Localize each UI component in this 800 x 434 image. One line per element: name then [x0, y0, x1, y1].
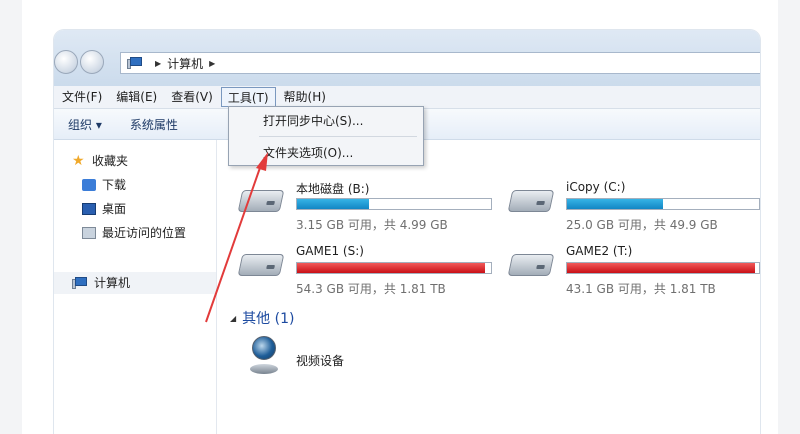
navigation-pane: ★ 收藏夹 下载 桌面 最近访问的位置 计算机 — [54, 140, 217, 434]
drive-usage-bar — [296, 198, 492, 210]
computer-icon — [72, 277, 88, 289]
forward-button[interactable] — [80, 50, 104, 74]
hard-drive-icon — [237, 254, 285, 276]
menu-help[interactable]: 帮助(H) — [278, 87, 332, 107]
menu-separator — [259, 136, 417, 137]
sidebar-item-computer[interactable]: 计算机 — [72, 274, 130, 292]
drive-free-space: 54.3 GB 可用，共 1.81 TB — [296, 282, 446, 296]
menu-view[interactable]: 查看(V) — [165, 87, 219, 107]
sidebar-label: 桌面 — [102, 202, 127, 216]
back-button[interactable] — [54, 50, 78, 74]
webcam-icon[interactable] — [248, 336, 280, 376]
drive-free-space: 3.15 GB 可用，共 4.99 GB — [296, 218, 448, 232]
sidebar-label: 计算机 — [94, 276, 131, 290]
drive-name: GAME1 (S:) — [296, 244, 364, 258]
drive-name: GAME2 (T:) — [566, 244, 633, 258]
group-header-other[interactable]: ◢ 其他 (1) — [230, 308, 294, 328]
recent-places-icon — [82, 227, 96, 239]
drive-usage-bar — [296, 262, 492, 274]
organize-button[interactable]: 组织 ▾ — [68, 116, 102, 133]
breadcrumb-chevron-icon[interactable]: ▶ — [209, 59, 215, 68]
sidebar-item-favorites[interactable]: ★ 收藏夹 — [72, 152, 128, 170]
collapse-triangle-icon[interactable]: ◢ — [230, 314, 236, 323]
drive-free-space: 25.0 GB 可用，共 49.9 GB — [566, 218, 718, 232]
sidebar-item-downloads[interactable]: 下载 — [82, 176, 126, 194]
drive-usage-bar — [566, 198, 760, 210]
breadcrumb-computer[interactable]: 计算机 — [167, 55, 203, 72]
menu-edit[interactable]: 编辑(E) — [110, 87, 163, 107]
menu-file[interactable]: 文件(F) — [56, 87, 108, 107]
drive-usage-bar — [566, 262, 760, 274]
desktop-icon — [82, 203, 96, 215]
drive-name: iCopy (C:) — [566, 180, 626, 194]
explorer-window: ▶ 计算机 ▶ 文件(F) 编辑(E) 查看(V) 工具(T) 帮助(H) 组织… — [54, 30, 760, 434]
computer-icon — [127, 57, 143, 69]
system-properties-button[interactable]: 系统属性 — [130, 116, 178, 133]
download-folder-icon — [82, 179, 96, 191]
hard-drive-icon — [507, 190, 555, 212]
video-device-label[interactable]: 视频设备 — [296, 352, 344, 369]
breadcrumb-chevron-icon[interactable]: ▶ — [155, 59, 161, 68]
tools-dropdown-menu: 打开同步中心(S)... 文件夹选项(O)... — [228, 106, 424, 166]
address-bar[interactable]: ▶ 计算机 ▶ — [120, 52, 760, 74]
drive-free-space: 43.1 GB 可用，共 1.81 TB — [566, 282, 716, 296]
sidebar-label: 收藏夹 — [92, 154, 129, 168]
menu-item-folder-options[interactable]: 文件夹选项(O)... — [263, 143, 353, 163]
sidebar-label: 最近访问的位置 — [102, 226, 187, 240]
menu-tools[interactable]: 工具(T) — [220, 87, 276, 107]
title-bar: ▶ 计算机 ▶ — [54, 30, 760, 86]
drive-name: 本地磁盘 (B:) — [296, 182, 370, 196]
hard-drive-icon — [507, 254, 555, 276]
hard-drive-icon — [237, 190, 285, 212]
sidebar-item-recent[interactable]: 最近访问的位置 — [82, 224, 186, 242]
menu-item-sync-center[interactable]: 打开同步中心(S)... — [263, 111, 363, 131]
group-label: 其他 (1) — [242, 311, 295, 327]
sidebar-item-desktop[interactable]: 桌面 — [82, 200, 126, 218]
sidebar-label: 下载 — [102, 178, 127, 192]
star-icon: ★ — [72, 153, 85, 169]
